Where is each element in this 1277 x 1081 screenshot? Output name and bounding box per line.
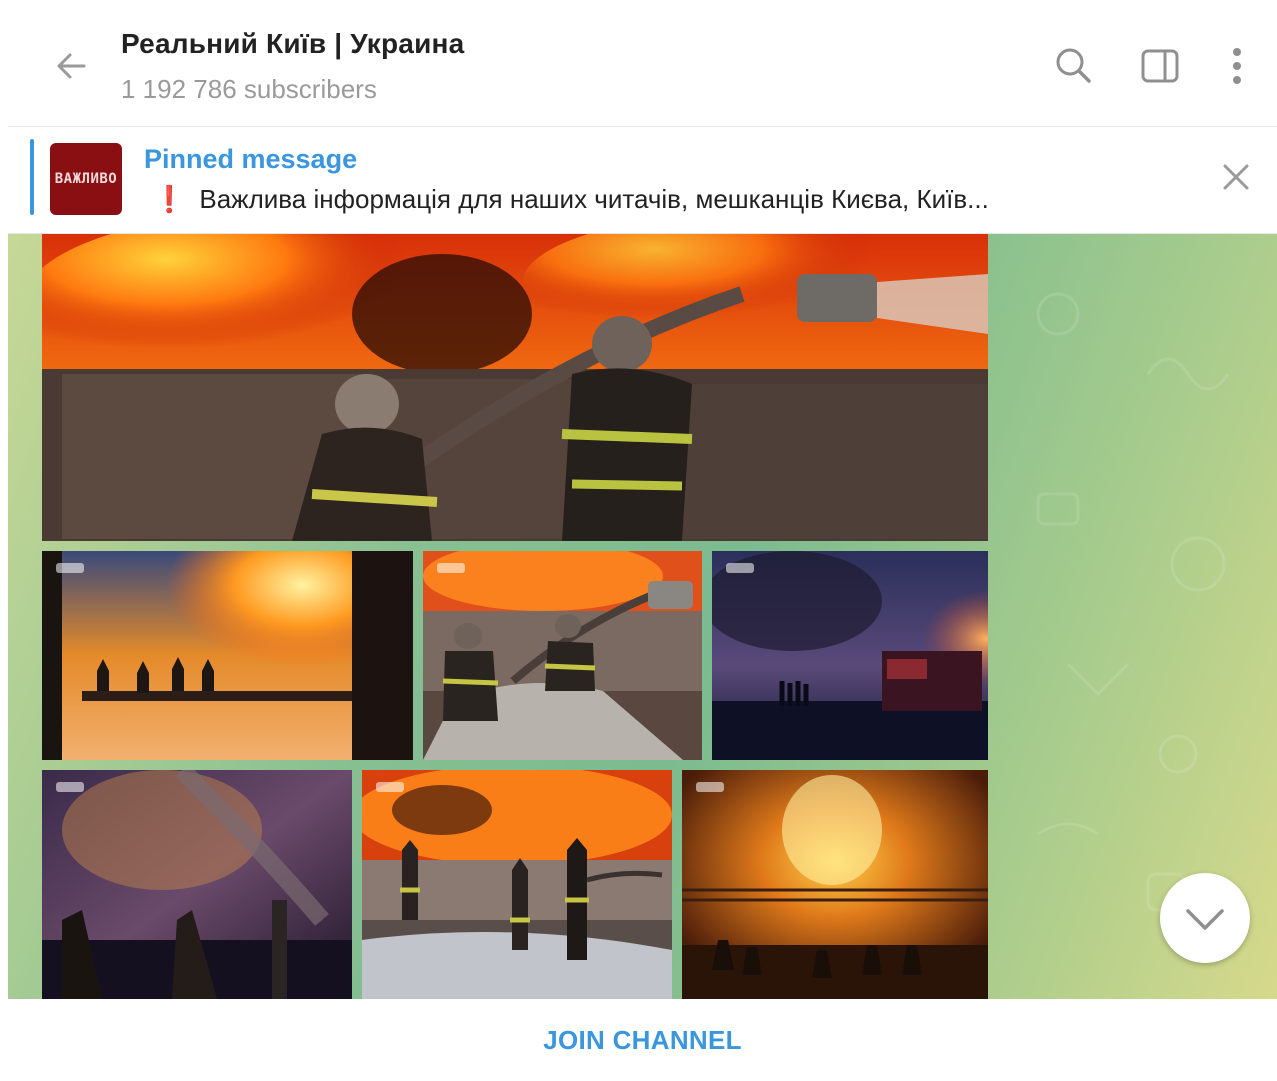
album-photo-7[interactable] [682, 770, 988, 999]
watermark-logo [376, 782, 404, 792]
exclamation-icon: ❗ [153, 184, 186, 214]
pinned-label: Pinned message [144, 144, 358, 174]
pinned-accent-bar [30, 139, 34, 215]
sidebar-toggle-button[interactable] [1136, 42, 1184, 90]
pinned-thumbnail: ВАЖЛИВО [50, 143, 122, 215]
album-photo-6[interactable] [362, 770, 672, 999]
pinned-message-bar[interactable]: ВАЖЛИВО Pinned message ❗ Важлива інформац… [8, 127, 1277, 234]
scroll-to-bottom-button[interactable] [1160, 873, 1250, 963]
chat-header: Реальний Київ | Украина 1 192 786 subscr… [8, 0, 1277, 127]
watermark-logo [56, 782, 84, 792]
pinned-text: Важлива інформація для наших читачів, ме… [199, 184, 989, 214]
album-photo-3[interactable] [423, 551, 702, 760]
close-icon [1223, 164, 1249, 190]
search-icon [1056, 48, 1091, 83]
subscriber-count: 1 192 786 subscribers [121, 74, 377, 104]
watermark-logo [56, 563, 84, 573]
join-bar: JOIN CHANNEL [8, 999, 1277, 1081]
sidebar-toggle-icon [1141, 49, 1179, 83]
album-photo-2[interactable] [42, 551, 413, 760]
watermark-logo [726, 563, 754, 573]
back-button[interactable] [48, 42, 96, 90]
close-pinned-button[interactable] [1216, 157, 1256, 197]
chat-background [8, 234, 1277, 999]
more-button[interactable] [1213, 42, 1261, 90]
watermark-logo [696, 782, 724, 792]
album-photo-1[interactable] [42, 234, 988, 541]
photo-album [42, 234, 988, 999]
watermark-logo [437, 563, 465, 573]
search-button[interactable] [1050, 42, 1098, 90]
join-channel-button[interactable]: JOIN CHANNEL [8, 999, 1277, 1081]
chevron-down-icon [1186, 909, 1224, 930]
more-vertical-icon [1233, 48, 1241, 84]
album-photo-4[interactable] [712, 551, 988, 760]
album-photo-5[interactable] [42, 770, 352, 999]
channel-title[interactable]: Реальний Київ | Украина [121, 28, 464, 60]
back-arrow-icon [57, 53, 86, 79]
pinned-text-row: ❗ Важлива інформація для наших читачів, м… [153, 184, 989, 215]
